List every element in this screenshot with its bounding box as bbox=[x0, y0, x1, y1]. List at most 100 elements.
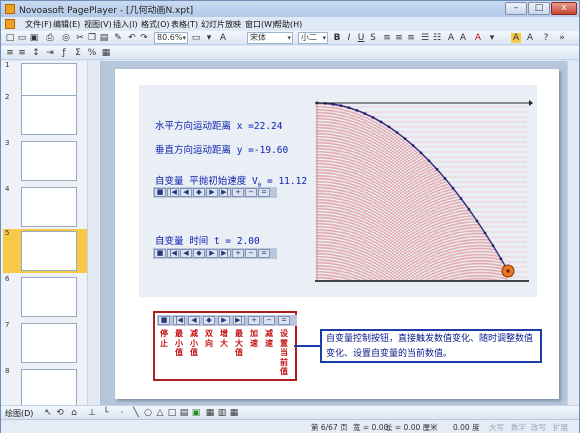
text-direction-icon[interactable]: A bbox=[525, 33, 535, 43]
wordart-icon[interactable]: ▦ bbox=[205, 408, 215, 418]
help-icon[interactable]: ? bbox=[541, 33, 551, 43]
paste-icon[interactable]: ▤ bbox=[99, 33, 109, 43]
sum-button[interactable]: Σ bbox=[73, 48, 83, 58]
menu-format[interactable]: 格式(O) bbox=[141, 19, 170, 30]
menu-file[interactable]: 文件(F) bbox=[25, 19, 52, 30]
close-button[interactable]: x bbox=[551, 2, 577, 15]
more-icon[interactable]: » bbox=[557, 33, 567, 43]
stop-button[interactable]: ■ bbox=[154, 249, 166, 258]
open-icon[interactable]: ▭ bbox=[17, 33, 27, 43]
sidebar-scrollbar[interactable] bbox=[87, 61, 99, 405]
set-value-button[interactable]: = bbox=[258, 188, 270, 197]
fill-color-icon[interactable]: ▾ bbox=[487, 33, 497, 43]
align-right-icon[interactable]: ≡ bbox=[406, 33, 416, 43]
slide-thumbnail[interactable]: 7 bbox=[3, 321, 87, 365]
set-value-button[interactable]: = bbox=[258, 249, 270, 258]
bold-button[interactable]: B bbox=[332, 33, 342, 43]
image-icon[interactable]: ▣ bbox=[191, 408, 201, 418]
style-icon[interactable]: A bbox=[218, 33, 228, 43]
increase-button[interactable]: ▶ bbox=[206, 188, 218, 197]
text-color-button[interactable]: A bbox=[473, 33, 483, 43]
speed-up-button[interactable]: + bbox=[232, 249, 244, 258]
line-spacing-icon[interactable]: ↕ bbox=[31, 48, 41, 58]
rotate-icon[interactable]: ⟲ bbox=[55, 408, 65, 418]
font-size-select[interactable]: 小二 ▾ bbox=[298, 32, 328, 44]
max-value-button[interactable]: ▶| bbox=[233, 316, 245, 325]
minimize-button[interactable]: – bbox=[505, 2, 527, 15]
slow-down-button[interactable]: − bbox=[245, 249, 257, 258]
max-value-button[interactable]: ▶| bbox=[219, 188, 231, 197]
decrease-button[interactable]: ◀ bbox=[180, 188, 192, 197]
stop-button[interactable]: ■ bbox=[154, 188, 166, 197]
slow-down-button[interactable]: − bbox=[263, 316, 275, 325]
increase-font-icon[interactable]: A bbox=[446, 33, 456, 43]
point-icon[interactable]: · bbox=[117, 408, 127, 418]
triangle-icon[interactable]: △ bbox=[155, 408, 165, 418]
bullets-icon[interactable]: ☰ bbox=[420, 33, 430, 43]
indent-icon[interactable]: ⇥ bbox=[45, 48, 55, 58]
italic-button[interactable]: I bbox=[344, 33, 354, 43]
table-insert-icon[interactable]: ▦ bbox=[229, 408, 239, 418]
auto-fit-icon[interactable]: A bbox=[511, 33, 521, 43]
slow-down-button[interactable]: − bbox=[245, 188, 257, 197]
draw-menu[interactable]: 绘图(D) bbox=[5, 408, 33, 419]
min-value-button[interactable]: |◀ bbox=[173, 316, 185, 325]
elbow-icon[interactable]: └ bbox=[101, 408, 111, 418]
preview-icon[interactable]: ◎ bbox=[61, 33, 71, 43]
menu-view[interactable]: 视图(V) bbox=[84, 19, 112, 30]
percent-button[interactable]: % bbox=[87, 48, 97, 58]
slide-thumbnail[interactable]: 4 bbox=[3, 185, 87, 229]
stop-button[interactable]: ■ bbox=[158, 316, 170, 325]
print-icon[interactable]: ⎙ bbox=[45, 33, 55, 43]
canvas-scrollbar[interactable] bbox=[567, 61, 579, 405]
decrease-font-icon[interactable]: A bbox=[458, 33, 468, 43]
line-icon[interactable]: ╲ bbox=[131, 408, 141, 418]
textbox-icon[interactable]: ▤ bbox=[179, 408, 189, 418]
bidirectional-button[interactable]: ◆ bbox=[193, 188, 205, 197]
menu-edit[interactable]: 编辑(E) bbox=[53, 19, 80, 30]
min-value-button[interactable]: |◀ bbox=[167, 249, 179, 258]
select-arrow-icon[interactable]: ↖ bbox=[43, 408, 53, 418]
slide-thumbnail-selected[interactable]: 5 bbox=[3, 229, 87, 273]
font-name-select[interactable]: 宋体 ▾ bbox=[247, 32, 293, 44]
align-center-icon[interactable]: ≡ bbox=[394, 33, 404, 43]
rectangle-icon[interactable]: □ bbox=[167, 408, 177, 418]
menu-slideshow[interactable]: 幻灯片放映 bbox=[201, 19, 241, 30]
min-value-button[interactable]: |◀ bbox=[167, 188, 179, 197]
shadow-button[interactable]: S bbox=[368, 33, 378, 43]
align-left-icon[interactable]: ≡ bbox=[382, 33, 392, 43]
max-value-button[interactable]: ▶| bbox=[219, 249, 231, 258]
connector-icon[interactable]: ⊥ bbox=[87, 408, 97, 418]
bidirectional-button[interactable]: ◆ bbox=[203, 316, 215, 325]
maximize-button[interactable]: □ bbox=[528, 2, 550, 15]
copy-icon[interactable]: ❐ bbox=[87, 33, 97, 43]
menu-table[interactable]: 表格(T) bbox=[171, 19, 198, 30]
redo-icon[interactable]: ↷ bbox=[139, 33, 149, 43]
bidirectional-button[interactable]: ◆ bbox=[193, 249, 205, 258]
table-icon[interactable]: ▦ bbox=[101, 48, 111, 58]
underline-button[interactable]: U bbox=[356, 33, 366, 43]
menu-insert[interactable]: 插入(I) bbox=[113, 19, 138, 30]
new-icon[interactable]: □ bbox=[5, 33, 15, 43]
chart-icon[interactable]: ▥ bbox=[217, 408, 227, 418]
decrease-button[interactable]: ◀ bbox=[188, 316, 200, 325]
increase-button[interactable]: ▶ bbox=[206, 249, 218, 258]
zoom-select[interactable]: 80.6% ▾ bbox=[154, 32, 188, 44]
oval-icon[interactable]: ○ bbox=[143, 408, 153, 418]
increase-button[interactable]: ▶ bbox=[218, 316, 230, 325]
set-value-button[interactable]: = bbox=[278, 316, 290, 325]
dropdown-icon[interactable]: ▾ bbox=[204, 33, 214, 43]
speed-up-button[interactable]: + bbox=[232, 188, 244, 197]
slide-layout-icon[interactable]: ▭ bbox=[191, 33, 201, 43]
slide-thumbnail[interactable]: 2 bbox=[3, 93, 87, 137]
menu-window[interactable]: 窗口(W) bbox=[245, 19, 275, 30]
align-middle-icon[interactable]: ≡ bbox=[17, 48, 27, 58]
align-icon[interactable]: ≡ bbox=[5, 48, 15, 58]
autoshapes-icon[interactable]: ⌂ bbox=[69, 408, 79, 418]
numbering-icon[interactable]: ☷ bbox=[432, 33, 442, 43]
undo-icon[interactable]: ↶ bbox=[127, 33, 137, 43]
speed-up-button[interactable]: + bbox=[248, 316, 260, 325]
save-icon[interactable]: ▣ bbox=[29, 33, 39, 43]
cut-icon[interactable]: ✂ bbox=[75, 33, 85, 43]
format-painter-icon[interactable]: ✎ bbox=[113, 33, 123, 43]
